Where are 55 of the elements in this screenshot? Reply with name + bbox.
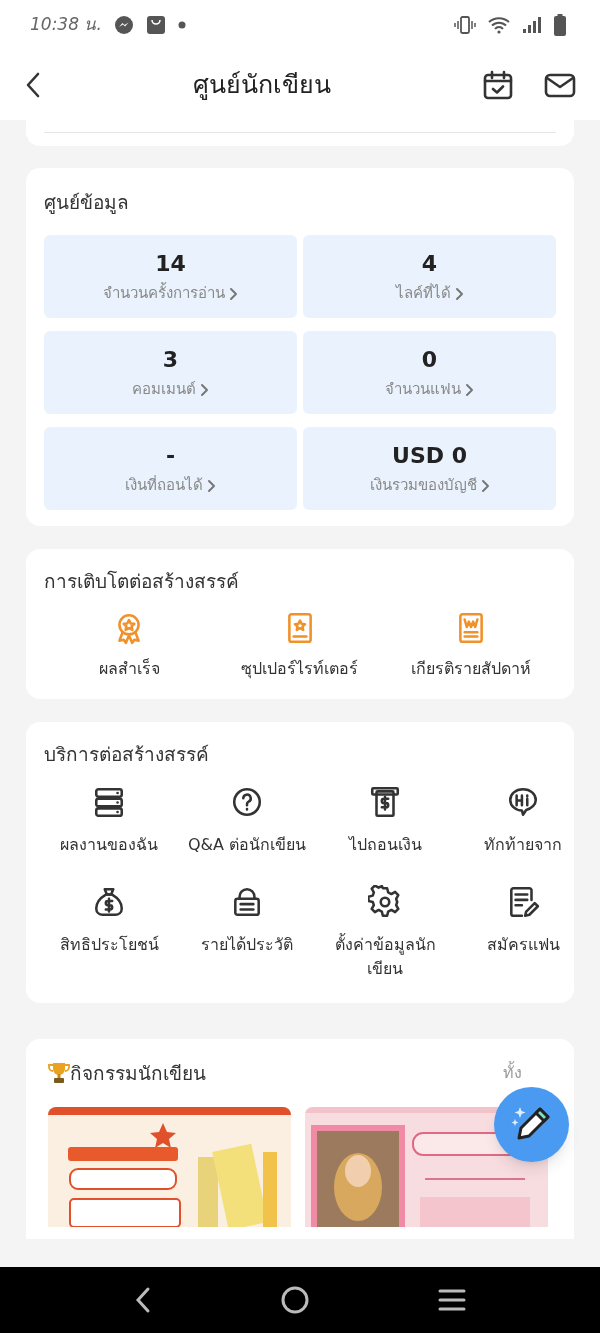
service-item-label[interactable]: ทักท้ายจาก (484, 832, 562, 857)
section-title: ศูนย์ข้อมูล (44, 190, 130, 216)
battery-icon (554, 14, 566, 36)
section-title: การเติบโตต่อสร้างสรรค์ (44, 568, 240, 594)
growth-item-label[interactable]: ซุปเปอร์ไรท์เตอร์ (241, 657, 359, 681)
stat-tile[interactable]: 4 ไลค์ที่ได้ (303, 234, 556, 318)
service-item-label[interactable]: ไปถอนเงิน (348, 832, 422, 857)
service-item-label[interactable]: รายได้ประวัติ (201, 932, 293, 957)
nav-home-icon[interactable] (280, 1285, 310, 1315)
section-title: บริการต่อสร้างสรรค์ (44, 742, 210, 767)
signal-icon (522, 16, 542, 34)
stat-label: จำนวนครั้งการอ่าน (103, 282, 225, 305)
stat-label: ไลค์ที่ได้ (395, 282, 451, 305)
stat-label: คอมเมนต์ (132, 379, 196, 401)
stat-value: 4 (421, 250, 438, 279)
wifi-icon (488, 16, 510, 34)
dot-icon (177, 21, 186, 29)
vibrate-icon (454, 16, 476, 34)
stat-value: 0 (421, 346, 438, 375)
stat-value: - (165, 442, 176, 471)
stat-tile[interactable]: 14 จำนวนครั้งการอ่าน (44, 234, 297, 318)
page-title: ศูนย์นักเขียน (193, 69, 331, 102)
growth-item-label[interactable]: เกียรติรายสัปดาห์ (410, 657, 531, 681)
stat-tile[interactable]: - เงินที่ถอนได้ (44, 426, 297, 510)
stat-tile[interactable]: 0 จำนวนแฟน (303, 330, 556, 414)
nav-menu-icon[interactable] (436, 1288, 467, 1312)
growth-item-label[interactable]: ผลสำเร็จ (98, 657, 160, 681)
trophy-icon (48, 1060, 70, 1085)
calendar-icon[interactable] (482, 69, 514, 101)
stat-tile[interactable]: USD 0 เงินรวมของบัญชี (303, 426, 556, 510)
stat-value: 3 (162, 346, 179, 375)
settings-icon (368, 884, 402, 919)
stat-value: USD 0 (392, 442, 467, 471)
shopping-bag-icon (145, 15, 166, 35)
service-item-label[interactable]: Q&A ต่อนักเขียน (187, 832, 307, 857)
service-item-label[interactable]: ตั้งค่าข้อมูลนักเขียน (320, 932, 450, 981)
cash-register-icon (368, 784, 402, 819)
chevron-icon (229, 286, 238, 301)
stat-value: 14 (155, 250, 186, 279)
service-item-label[interactable]: สมัครแฟน (486, 932, 560, 957)
service-item-label[interactable]: สิทธิประโยชน์ (59, 932, 159, 957)
chevron-icon (207, 478, 216, 493)
service-item-label[interactable]: ผลงานของฉัน (60, 832, 158, 857)
stat-tile[interactable]: 3 คอมเมนต์ (44, 330, 297, 414)
chevron-icon (200, 382, 209, 397)
stat-label: เงินรวมของบัญชี (369, 475, 477, 497)
stat-label: เงินที่ถอนได้ (125, 474, 203, 497)
chevron-icon (465, 382, 474, 397)
back-icon[interactable] (24, 71, 42, 99)
chevron-icon (480, 478, 490, 493)
stat-label: จำนวนแฟน (385, 379, 461, 401)
status-time: 10:38 น. (30, 13, 102, 37)
messenger-icon (113, 15, 134, 35)
section-title: กิจกรรมนักเขียน (70, 1060, 206, 1086)
chevron-icon (454, 286, 464, 301)
